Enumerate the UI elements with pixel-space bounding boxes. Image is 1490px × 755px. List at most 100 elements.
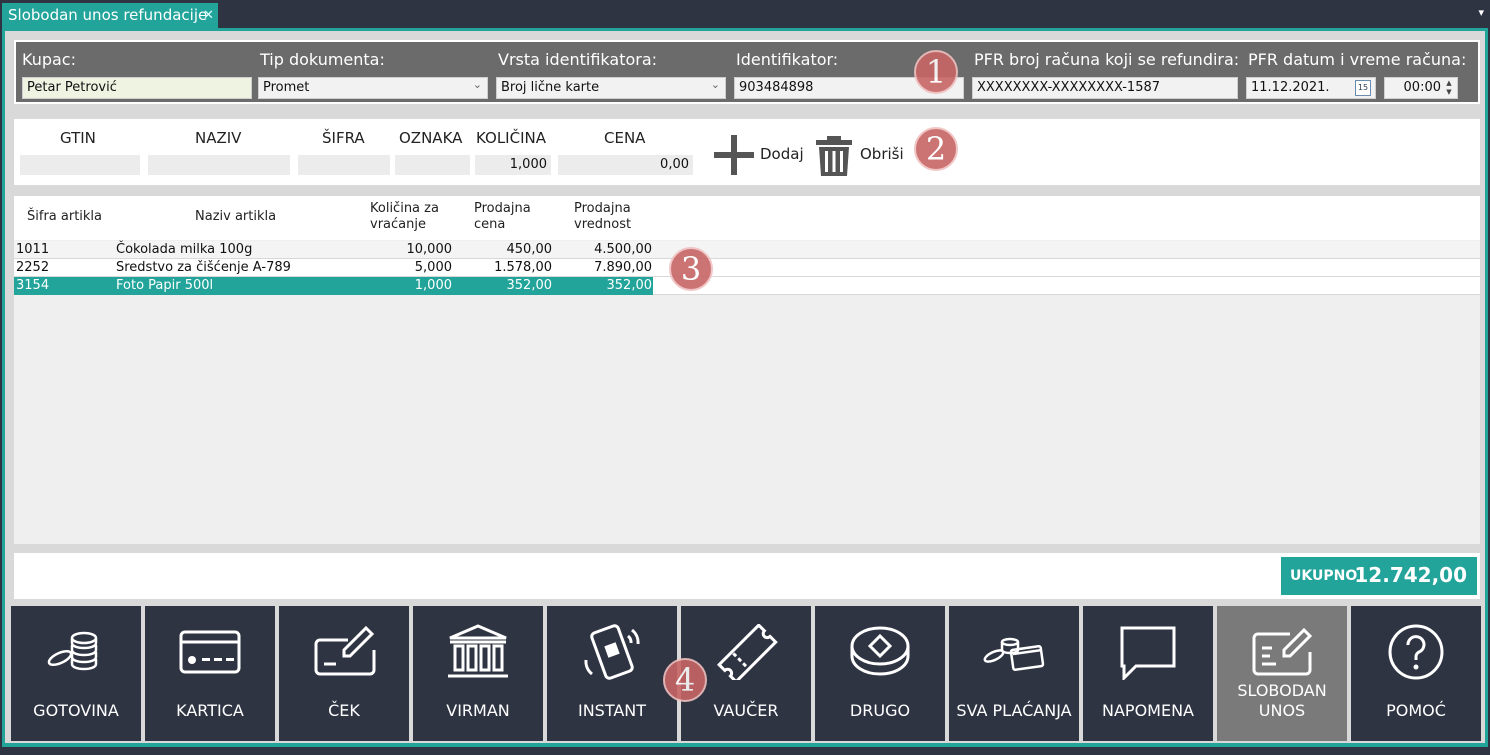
vrsta-identifikatora-label: Vrsta identifikatora: [498, 50, 658, 69]
cena-input[interactable]: 0,00 [558, 155, 693, 175]
payment-button-virman[interactable]: VIRMAN [413, 606, 543, 741]
annotation-badge-1: 1 [914, 50, 958, 94]
col-naziv-artikla[interactable]: Naziv artikla [195, 209, 276, 225]
pfr-broj-input[interactable]: XXXXXXXX-XXXXXXXX-1587 [972, 77, 1238, 99]
kupac-label: Kupac: [22, 50, 76, 69]
token-icon [850, 626, 910, 676]
plus-icon [714, 135, 754, 175]
ticket-icon [717, 624, 778, 680]
table-header: Šifra artikla Naziv artikla Količina za v… [14, 196, 1480, 240]
delete-button[interactable]: Obriši [814, 135, 910, 176]
pfr-vreme-value: 00:00 [1403, 80, 1441, 95]
payment-label: DRUGO [849, 701, 911, 720]
payment-label: KARTICA [176, 701, 244, 720]
payment-button-instant[interactable]: INSTANT [547, 606, 677, 741]
pfr-datum-label: PFR datum i vreme računa: [1248, 50, 1467, 69]
table-row[interactable]: 2252 Sredstvo za čišćenje A-789 5,000 1.… [14, 259, 1480, 277]
time-spinner-icon[interactable]: ▲ ▼ [1443, 79, 1455, 97]
annotation-badge-2: 2 [914, 127, 958, 171]
cell-vrednost: 7.890,00 [594, 260, 652, 275]
trash-icon [816, 136, 852, 176]
delete-button-label: Obriši [860, 145, 904, 163]
annotation-badge-3: 3 [669, 247, 713, 291]
cena-label: CENA [604, 129, 646, 147]
col-kolicina-line1: Količina za [370, 201, 439, 216]
gtin-input[interactable] [20, 155, 140, 175]
col-prodajna-vrednost[interactable]: Prodajna vrednost [574, 201, 631, 233]
window-menu-icon[interactable]: ▾ [1478, 6, 1484, 19]
cell-kolicina: 1,000 [414, 278, 452, 293]
add-button[interactable]: Dodaj [714, 135, 806, 175]
payment-button-napomena[interactable]: NAPOMENA [1083, 606, 1213, 741]
col-kolicina[interactable]: Količina za vraćanje [370, 201, 439, 233]
payment-label: GOTOVINA [33, 701, 119, 720]
main-frame: Kupac: Petar Petrović Tip dokumenta: Pro… [2, 28, 1488, 747]
content-area: Kupac: Petar Petrović Tip dokumenta: Pro… [5, 31, 1485, 743]
cell-cena: 1.578,00 [494, 260, 552, 275]
total-bar: UKUPNO 12.742,00 [14, 553, 1480, 599]
coins-icon [47, 631, 98, 671]
table-row[interactable]: 1011 Čokolada milka 100g 10,000 450,00 4… [14, 241, 1480, 259]
payment-label: POMOĆ [1386, 701, 1446, 720]
tab-title: Slobodan unos refundacije [8, 6, 208, 24]
free-entry-icon [1252, 627, 1313, 676]
cell-sifra: 2252 [16, 260, 50, 275]
bank-icon [448, 624, 508, 678]
kupac-input[interactable]: Petar Petrović [22, 77, 252, 99]
tab-refund-entry[interactable]: Slobodan unos refundacije ✕ [2, 3, 218, 28]
calendar-icon[interactable]: 15 [1355, 80, 1371, 96]
close-icon[interactable]: ✕ [203, 3, 214, 28]
naziv-label: NAZIV [195, 129, 242, 147]
cell-vrednost: 4.500,00 [594, 242, 652, 257]
table-row-selected[interactable]: 3154 Foto Papir 500l 1,000 352,00 352,00 [14, 277, 1480, 295]
payment-button-sva-placanja[interactable]: SVA PLAĆANJA [949, 606, 1079, 741]
annotation-badge-4: 4 [663, 658, 707, 702]
payment-button-gotovina[interactable]: GOTOVINA [11, 606, 141, 741]
pfr-vreme-input[interactable]: 00:00 ▲ ▼ [1384, 77, 1458, 99]
items-table: Šifra artikla Naziv artikla Količina za v… [14, 196, 1480, 544]
payment-button-drugo[interactable]: DRUGO [815, 606, 945, 741]
cell-kolicina: 10,000 [406, 242, 453, 257]
pfr-datum-input[interactable]: 11.12.2021. 15 [1246, 77, 1376, 99]
tip-dokumenta-select[interactable]: Promet [258, 75, 488, 99]
payment-button-cek[interactable]: ČEK [279, 606, 409, 741]
phone-qr-icon [584, 624, 640, 680]
vrsta-identifikatora-select[interactable]: Broj lične karte [496, 75, 726, 99]
refund-header-panel: Kupac: Petar Petrović Tip dokumenta: Pro… [14, 40, 1480, 104]
pfr-broj-label: PFR broj računa koji se refundira: [974, 50, 1240, 69]
cell-cena: 352,00 [506, 278, 553, 293]
sifra-input[interactable] [298, 155, 390, 175]
item-entry-panel: GTIN NAZIV ŠIFRA OZNAKA KOLIČINA CENA 1,… [14, 119, 1480, 185]
kolicina-input[interactable]: 1,000 [475, 155, 551, 175]
kolicina-label: KOLIČINA [476, 129, 546, 147]
vrsta-identifikatora-value: Broj lične karte [501, 80, 600, 95]
payment-label: ČEK [328, 701, 360, 720]
cell-kolicina: 5,000 [414, 260, 452, 275]
add-button-label: Dodaj [760, 145, 804, 163]
oznaka-input[interactable] [395, 155, 470, 175]
payment-label: NAPOMENA [1102, 701, 1194, 720]
pfr-datum-value: 11.12.2021. [1251, 80, 1330, 95]
naziv-input[interactable] [148, 155, 290, 175]
payment-button-slobodan-unos[interactable]: SLOBODAN UNOS [1217, 606, 1347, 741]
check-icon [314, 625, 376, 676]
cell-sifra: 3154 [16, 278, 50, 293]
cell-naziv: Čokolada milka 100g [116, 242, 253, 257]
speech-bubble-icon [1120, 626, 1176, 680]
col-prodajna-cena[interactable]: Prodajna cena [474, 201, 531, 233]
cell-vrednost: 352,00 [606, 278, 653, 293]
payment-label-line1: SLOBODAN [1237, 681, 1327, 700]
payment-label: INSTANT [577, 701, 647, 720]
payment-button-kartica[interactable]: KARTICA [145, 606, 275, 741]
payment-button-pomoc[interactable]: POMOĆ [1351, 606, 1481, 741]
payment-label: VIRMAN [446, 701, 510, 720]
col-cena-line1: Prodajna [474, 201, 531, 216]
payment-label: SVA PLAĆANJA [956, 701, 1072, 720]
payment-label-line2: UNOS [1258, 701, 1306, 720]
help-icon [1388, 624, 1444, 680]
sifra-label: ŠIFRA [322, 129, 365, 147]
tab-bar: Slobodan unos refundacije ✕ ▾ [0, 0, 1490, 28]
cell-naziv: Sredstvo za čišćenje A-789 [116, 260, 291, 275]
tip-dokumenta-value: Promet [263, 80, 310, 95]
col-sifra-artikla[interactable]: Šifra artikla [27, 209, 102, 225]
